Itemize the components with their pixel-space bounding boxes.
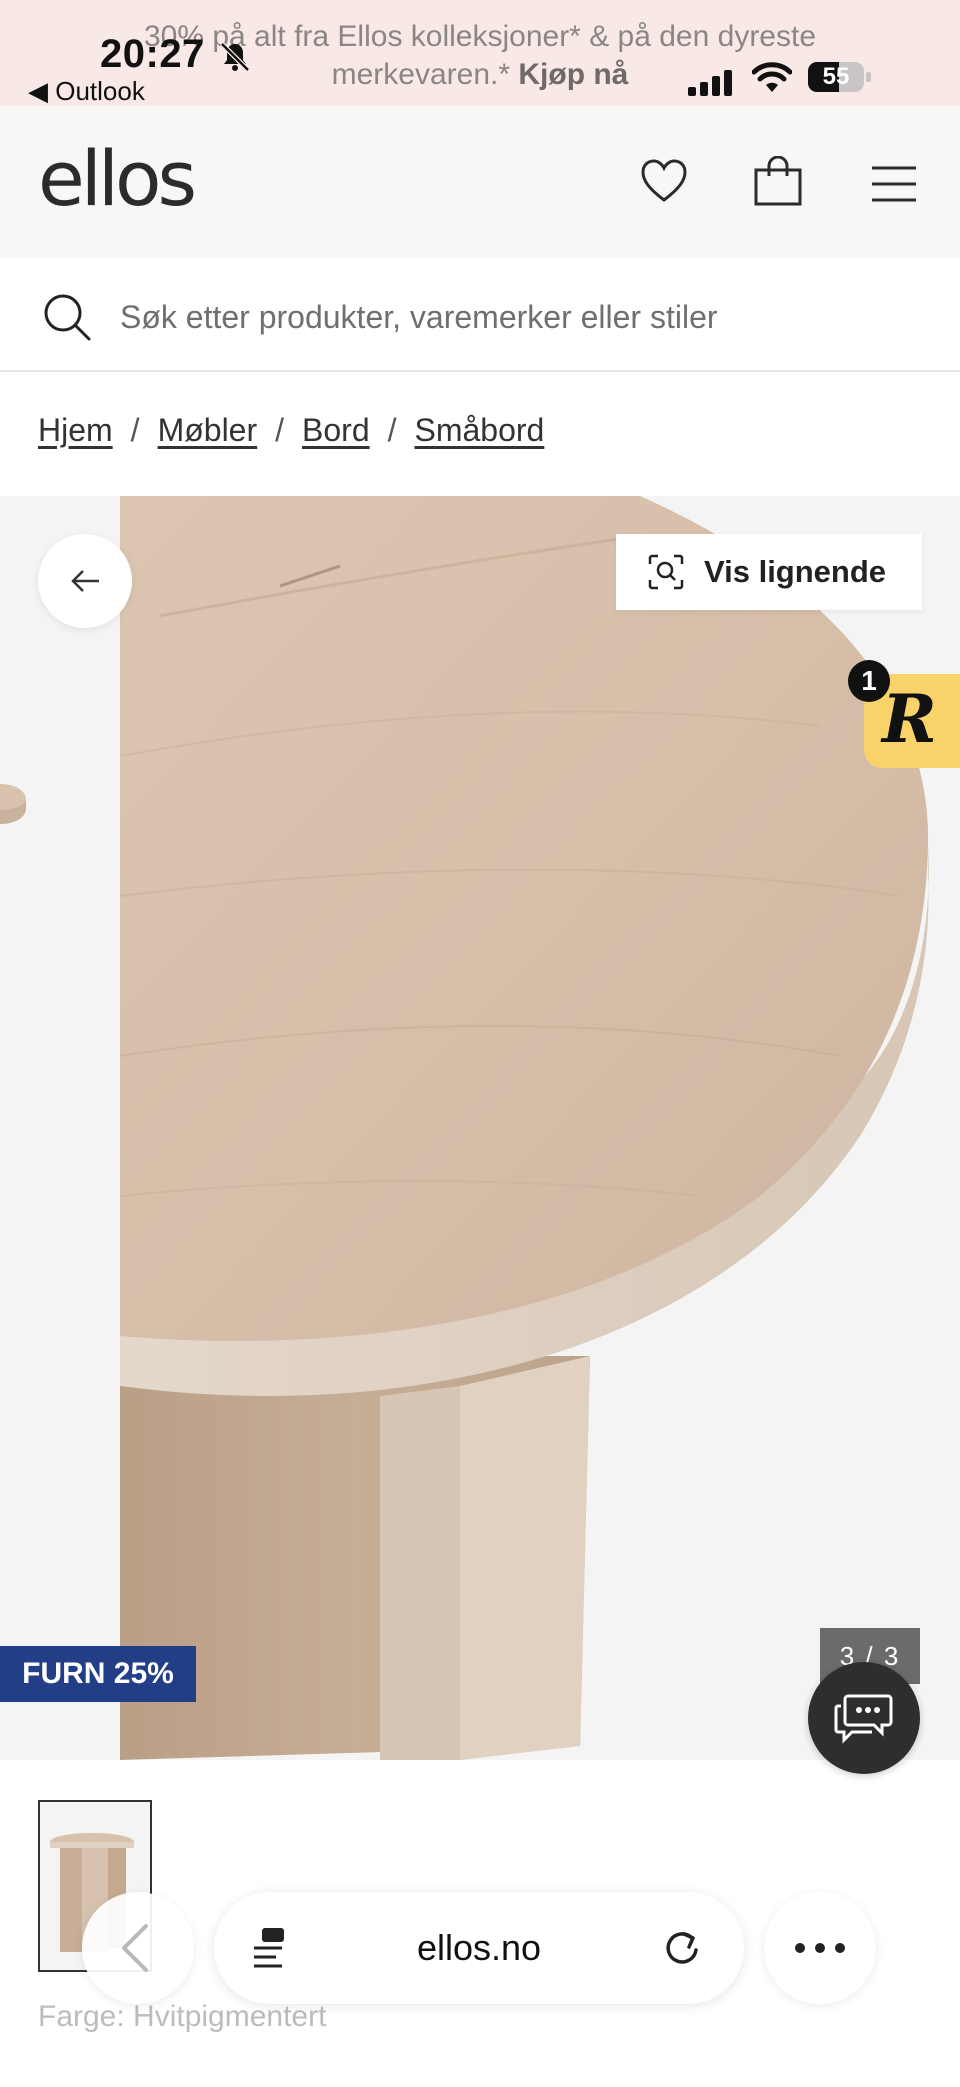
- breadcrumb-separator: /: [387, 412, 397, 448]
- cellular-signal-icon: [688, 70, 732, 96]
- chevron-left-icon: [122, 1924, 148, 1972]
- battery-tip: [866, 72, 871, 82]
- breadcrumb-separator: /: [130, 412, 140, 448]
- browser-address-bar[interactable]: ellos.no: [214, 1892, 744, 2004]
- breadcrumb-side-tables[interactable]: Småbord: [415, 412, 545, 448]
- product-color-label: Farge: Hvitpigmentert: [38, 2000, 327, 2033]
- more-options-icon: [795, 1943, 845, 1953]
- back-to-app-link[interactable]: ◀ Outlook: [28, 76, 145, 107]
- heart-icon[interactable]: [638, 156, 690, 208]
- chat-button[interactable]: [808, 1662, 920, 1774]
- show-similar-label: Vis lignende: [704, 554, 887, 589]
- status-time: 20:27: [100, 32, 205, 76]
- hamburger-menu-icon[interactable]: [868, 160, 920, 212]
- show-similar-button[interactable]: Vis lignende: [616, 534, 922, 610]
- browser-more-button[interactable]: [764, 1892, 876, 2004]
- promo-cta-link[interactable]: Kjøp nå: [518, 58, 628, 91]
- reload-icon[interactable]: [662, 1928, 702, 1968]
- battery-level: 55: [822, 63, 850, 90]
- previous-image-peek: [0, 784, 26, 824]
- breadcrumb-furniture[interactable]: Møbler: [158, 412, 258, 448]
- reviews-widget-letter: R: [882, 680, 937, 758]
- discount-badge: FURN 25%: [0, 1646, 196, 1702]
- search-icon: [44, 294, 91, 341]
- breadcrumb-home[interactable]: Hjem: [38, 412, 113, 448]
- battery-body: 55: [808, 62, 864, 92]
- shopping-bag-icon[interactable]: [752, 156, 804, 208]
- search-input[interactable]: [118, 288, 922, 346]
- ellos-logo[interactable]: ellos: [38, 134, 197, 223]
- reviews-widget-badge: 1: [848, 660, 890, 702]
- product-photo: [120, 496, 960, 1760]
- browser-back-button[interactable]: [82, 1892, 194, 2004]
- breadcrumb-tables[interactable]: Bord: [302, 412, 370, 448]
- promo-line-2-text: merkevaren.*: [331, 58, 511, 91]
- bell-off-icon: [220, 42, 250, 72]
- battery-indicator: 55: [808, 62, 874, 94]
- back-button[interactable]: [38, 534, 132, 628]
- visual-search-icon: [648, 554, 684, 590]
- arrow-left-icon: [71, 570, 99, 592]
- wifi-icon: [752, 62, 792, 92]
- breadcrumb: Hjem / Møbler / Bord / Småbord: [38, 412, 544, 449]
- breadcrumb-separator: /: [275, 412, 285, 448]
- chat-bubbles-icon: [834, 1694, 893, 1744]
